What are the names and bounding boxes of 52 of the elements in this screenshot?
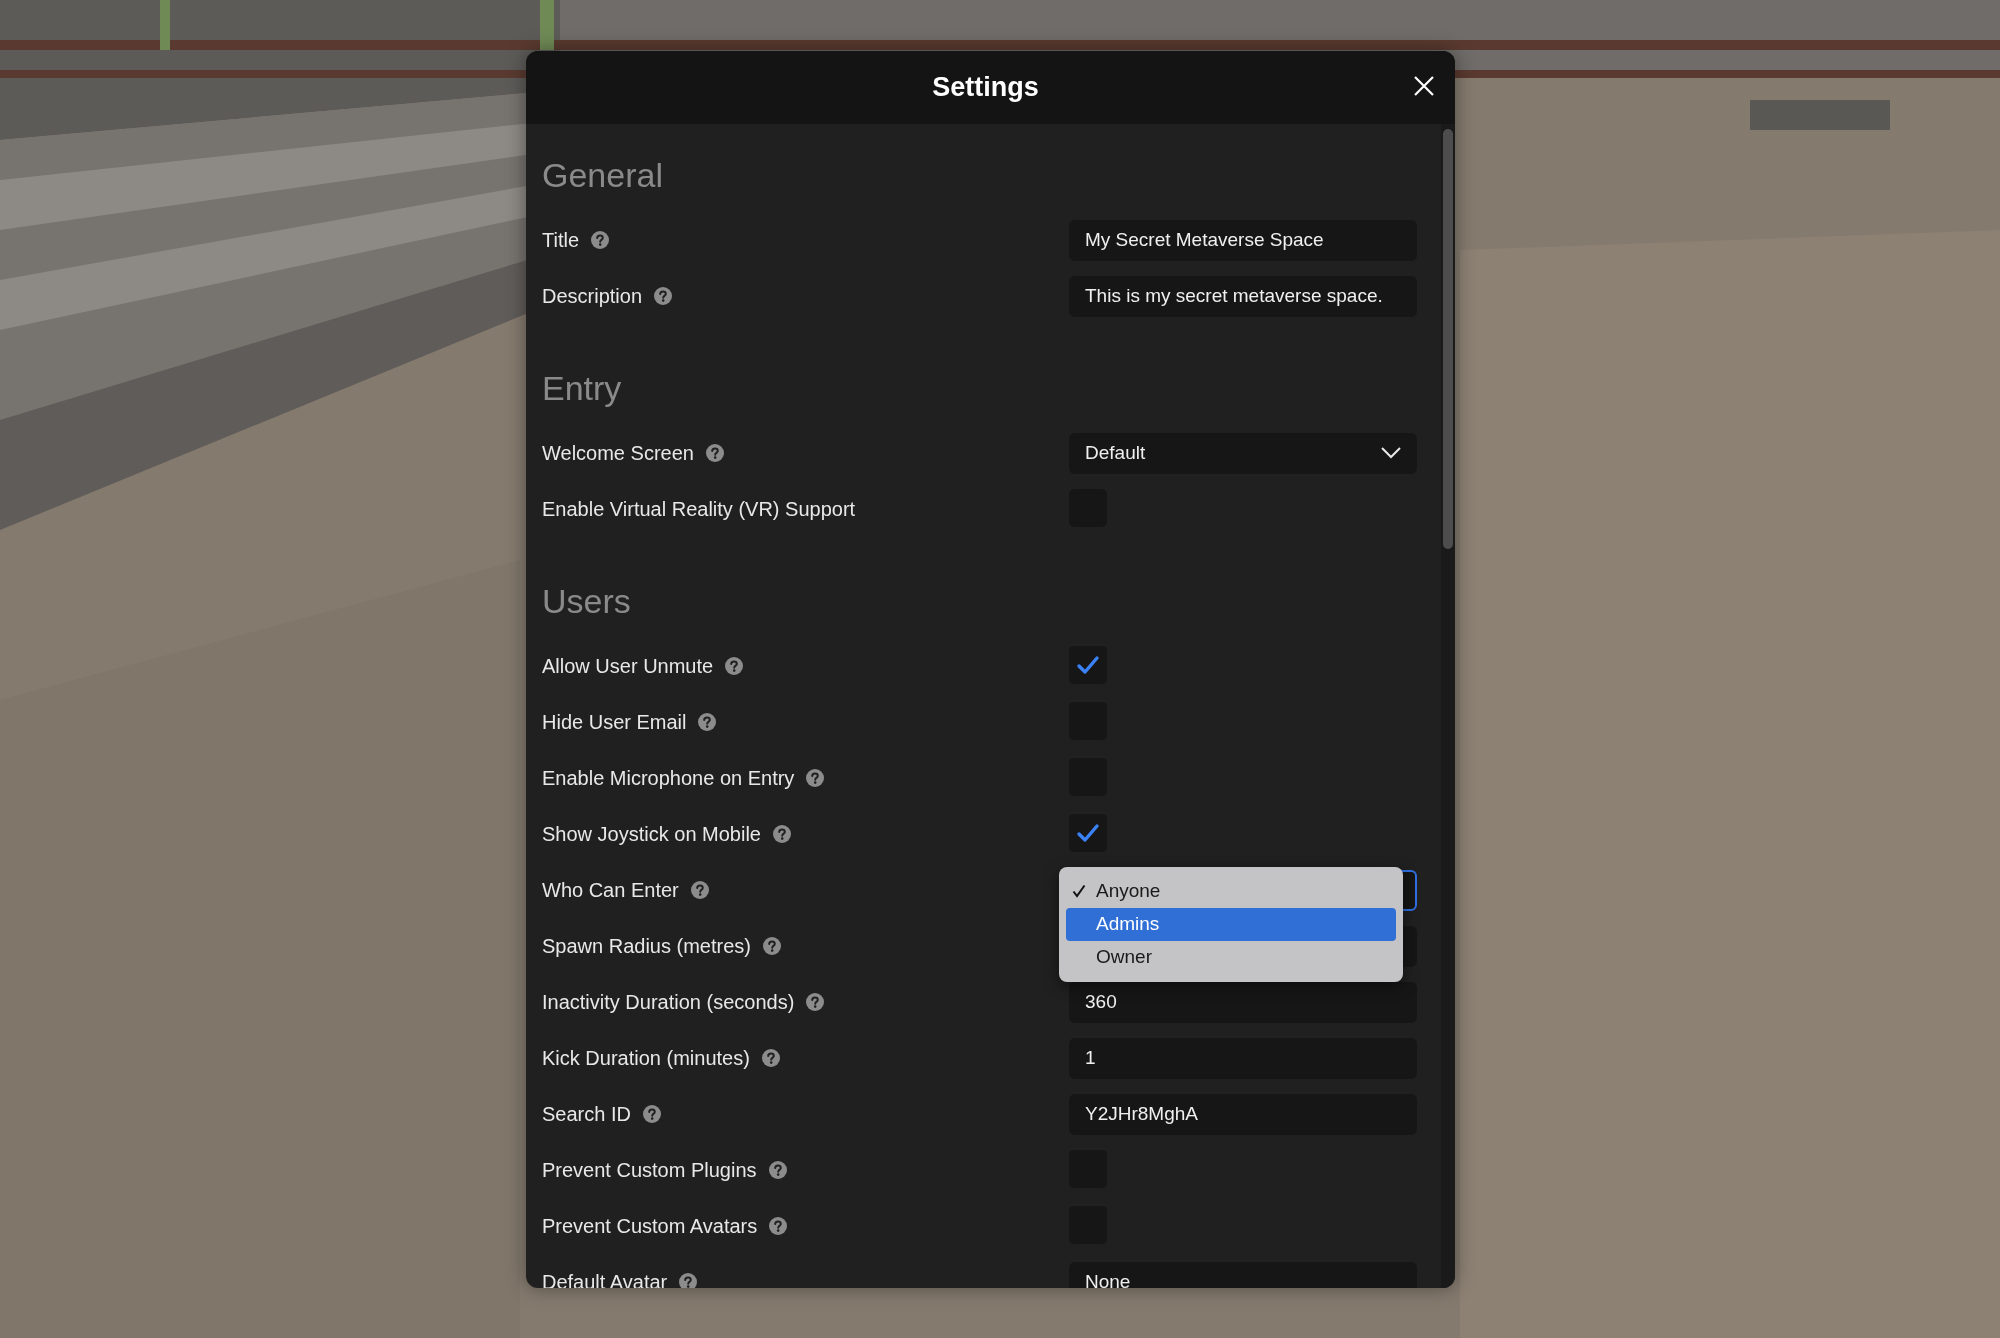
setting-label: Enable Microphone on Entry	[542, 766, 795, 790]
setting-label: Who Can Enter	[542, 878, 679, 902]
help-icon[interactable]	[725, 657, 744, 675]
setting-label: Prevent Custom Plugins	[542, 1158, 757, 1182]
text-field[interactable]: Y2JHr8MghA	[1069, 1093, 1417, 1135]
section-heading: General	[542, 155, 664, 196]
checkmark-icon	[1072, 884, 1086, 898]
help-icon[interactable]	[654, 287, 673, 305]
help-icon[interactable]	[690, 881, 709, 899]
dialog-title: Settings	[932, 72, 1039, 103]
text-field[interactable]: 360	[1069, 981, 1417, 1023]
help-icon[interactable]	[769, 1217, 788, 1235]
checkbox[interactable]	[1069, 645, 1107, 684]
menu-option[interactable]: Owner	[1066, 940, 1396, 974]
setting-label: Enable Virtual Reality (VR) Support	[542, 497, 856, 521]
menu-option[interactable]: Admins	[1066, 907, 1396, 941]
setting-label: Title	[542, 228, 580, 252]
setting-label: Welcome Screen	[542, 441, 694, 465]
scrollbar-thumb[interactable]	[1443, 129, 1453, 549]
setting-label: Prevent Custom Avatars	[542, 1214, 758, 1238]
help-icon[interactable]	[768, 1161, 787, 1179]
help-icon[interactable]	[773, 825, 791, 843]
text-field[interactable]: This is my secret metaverse space.	[1069, 275, 1417, 317]
setting-label: Hide User Email	[542, 710, 687, 734]
help-icon[interactable]	[679, 1273, 698, 1288]
setting-label: Inactivity Duration (seconds)	[542, 990, 795, 1014]
help-icon[interactable]	[762, 937, 781, 955]
text-field[interactable]: None	[1069, 1261, 1417, 1288]
section-heading: Entry	[542, 368, 623, 409]
help-icon[interactable]	[591, 231, 610, 249]
setting-label: Kick Duration (minutes)	[542, 1046, 750, 1070]
chevron-down-icon	[1381, 447, 1401, 459]
text-field[interactable]: 1	[1069, 1037, 1417, 1079]
help-icon[interactable]	[642, 1105, 661, 1123]
close-button[interactable]	[1413, 75, 1435, 97]
text-field[interactable]: My Secret Metaverse Space	[1069, 219, 1417, 261]
section-heading: Users	[542, 581, 632, 622]
setting-label: Allow User Unmute	[542, 654, 714, 678]
help-icon[interactable]	[806, 769, 825, 787]
help-icon[interactable]	[761, 1049, 780, 1067]
setting-label: Default Avatar	[542, 1270, 668, 1288]
setting-label: Description	[542, 284, 643, 308]
menu-option[interactable]: Anyone	[1066, 874, 1396, 908]
close-icon	[1413, 75, 1435, 97]
setting-label: Search ID	[542, 1102, 631, 1126]
help-icon[interactable]	[698, 713, 717, 731]
setting-label: Show Joystick on Mobile	[542, 822, 761, 846]
help-icon[interactable]	[705, 444, 724, 462]
help-icon[interactable]	[806, 993, 825, 1011]
checkbox[interactable]	[1069, 813, 1107, 852]
setting-label: Spawn Radius (metres)	[542, 934, 751, 958]
dropdown[interactable]: Default	[1069, 432, 1417, 474]
